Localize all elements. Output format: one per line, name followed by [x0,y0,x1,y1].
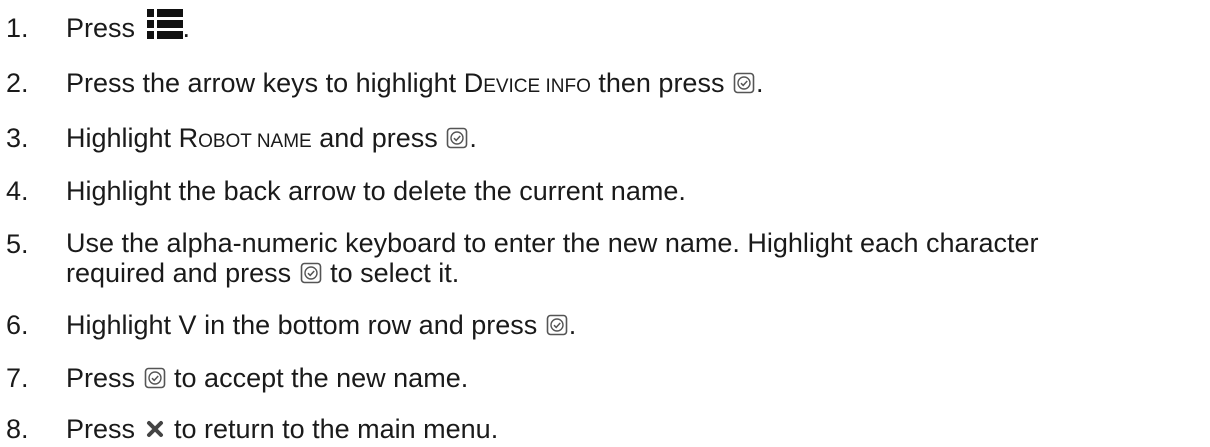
step-text: Press the arrow keys to highlight DEVICE… [66,68,764,98]
check-circle-icon [300,262,322,284]
step-number: 8. [6,414,29,444]
menu-term-device-info: DEVICE INFO [463,68,591,98]
step-number: 7. [6,363,29,393]
menu-list-icon [146,8,183,40]
menu-term-robot-name: ROBOT NAME [178,123,312,153]
step-number: 1. [6,13,29,43]
check-circle-icon [446,127,468,149]
close-x-icon [145,419,165,439]
step-text: Highlight ROBOT NAME and press . [66,123,477,153]
step-number: 6. [6,310,29,340]
step-text: Use the alpha-numeric keyboard to enter … [66,228,1039,288]
step-text: Press to accept the new name. [66,363,469,393]
step-number: 2. [6,68,29,98]
check-circle-icon [144,367,166,389]
step-text: Press . [66,8,190,46]
step-number: 4. [6,176,29,206]
step-text: Highlight V in the bottom row and press … [66,310,577,340]
step-number: 3. [6,123,29,153]
step-text: Highlight the back arrow to delete the c… [66,176,686,206]
check-circle-icon [546,314,568,336]
instruction-steps: 1. Press . 2. Press the arrow keys to hi… [0,0,1210,447]
step-number: 5. [6,229,29,259]
step-text: Press to return to the main menu. [66,414,499,444]
check-circle-icon [733,72,755,94]
